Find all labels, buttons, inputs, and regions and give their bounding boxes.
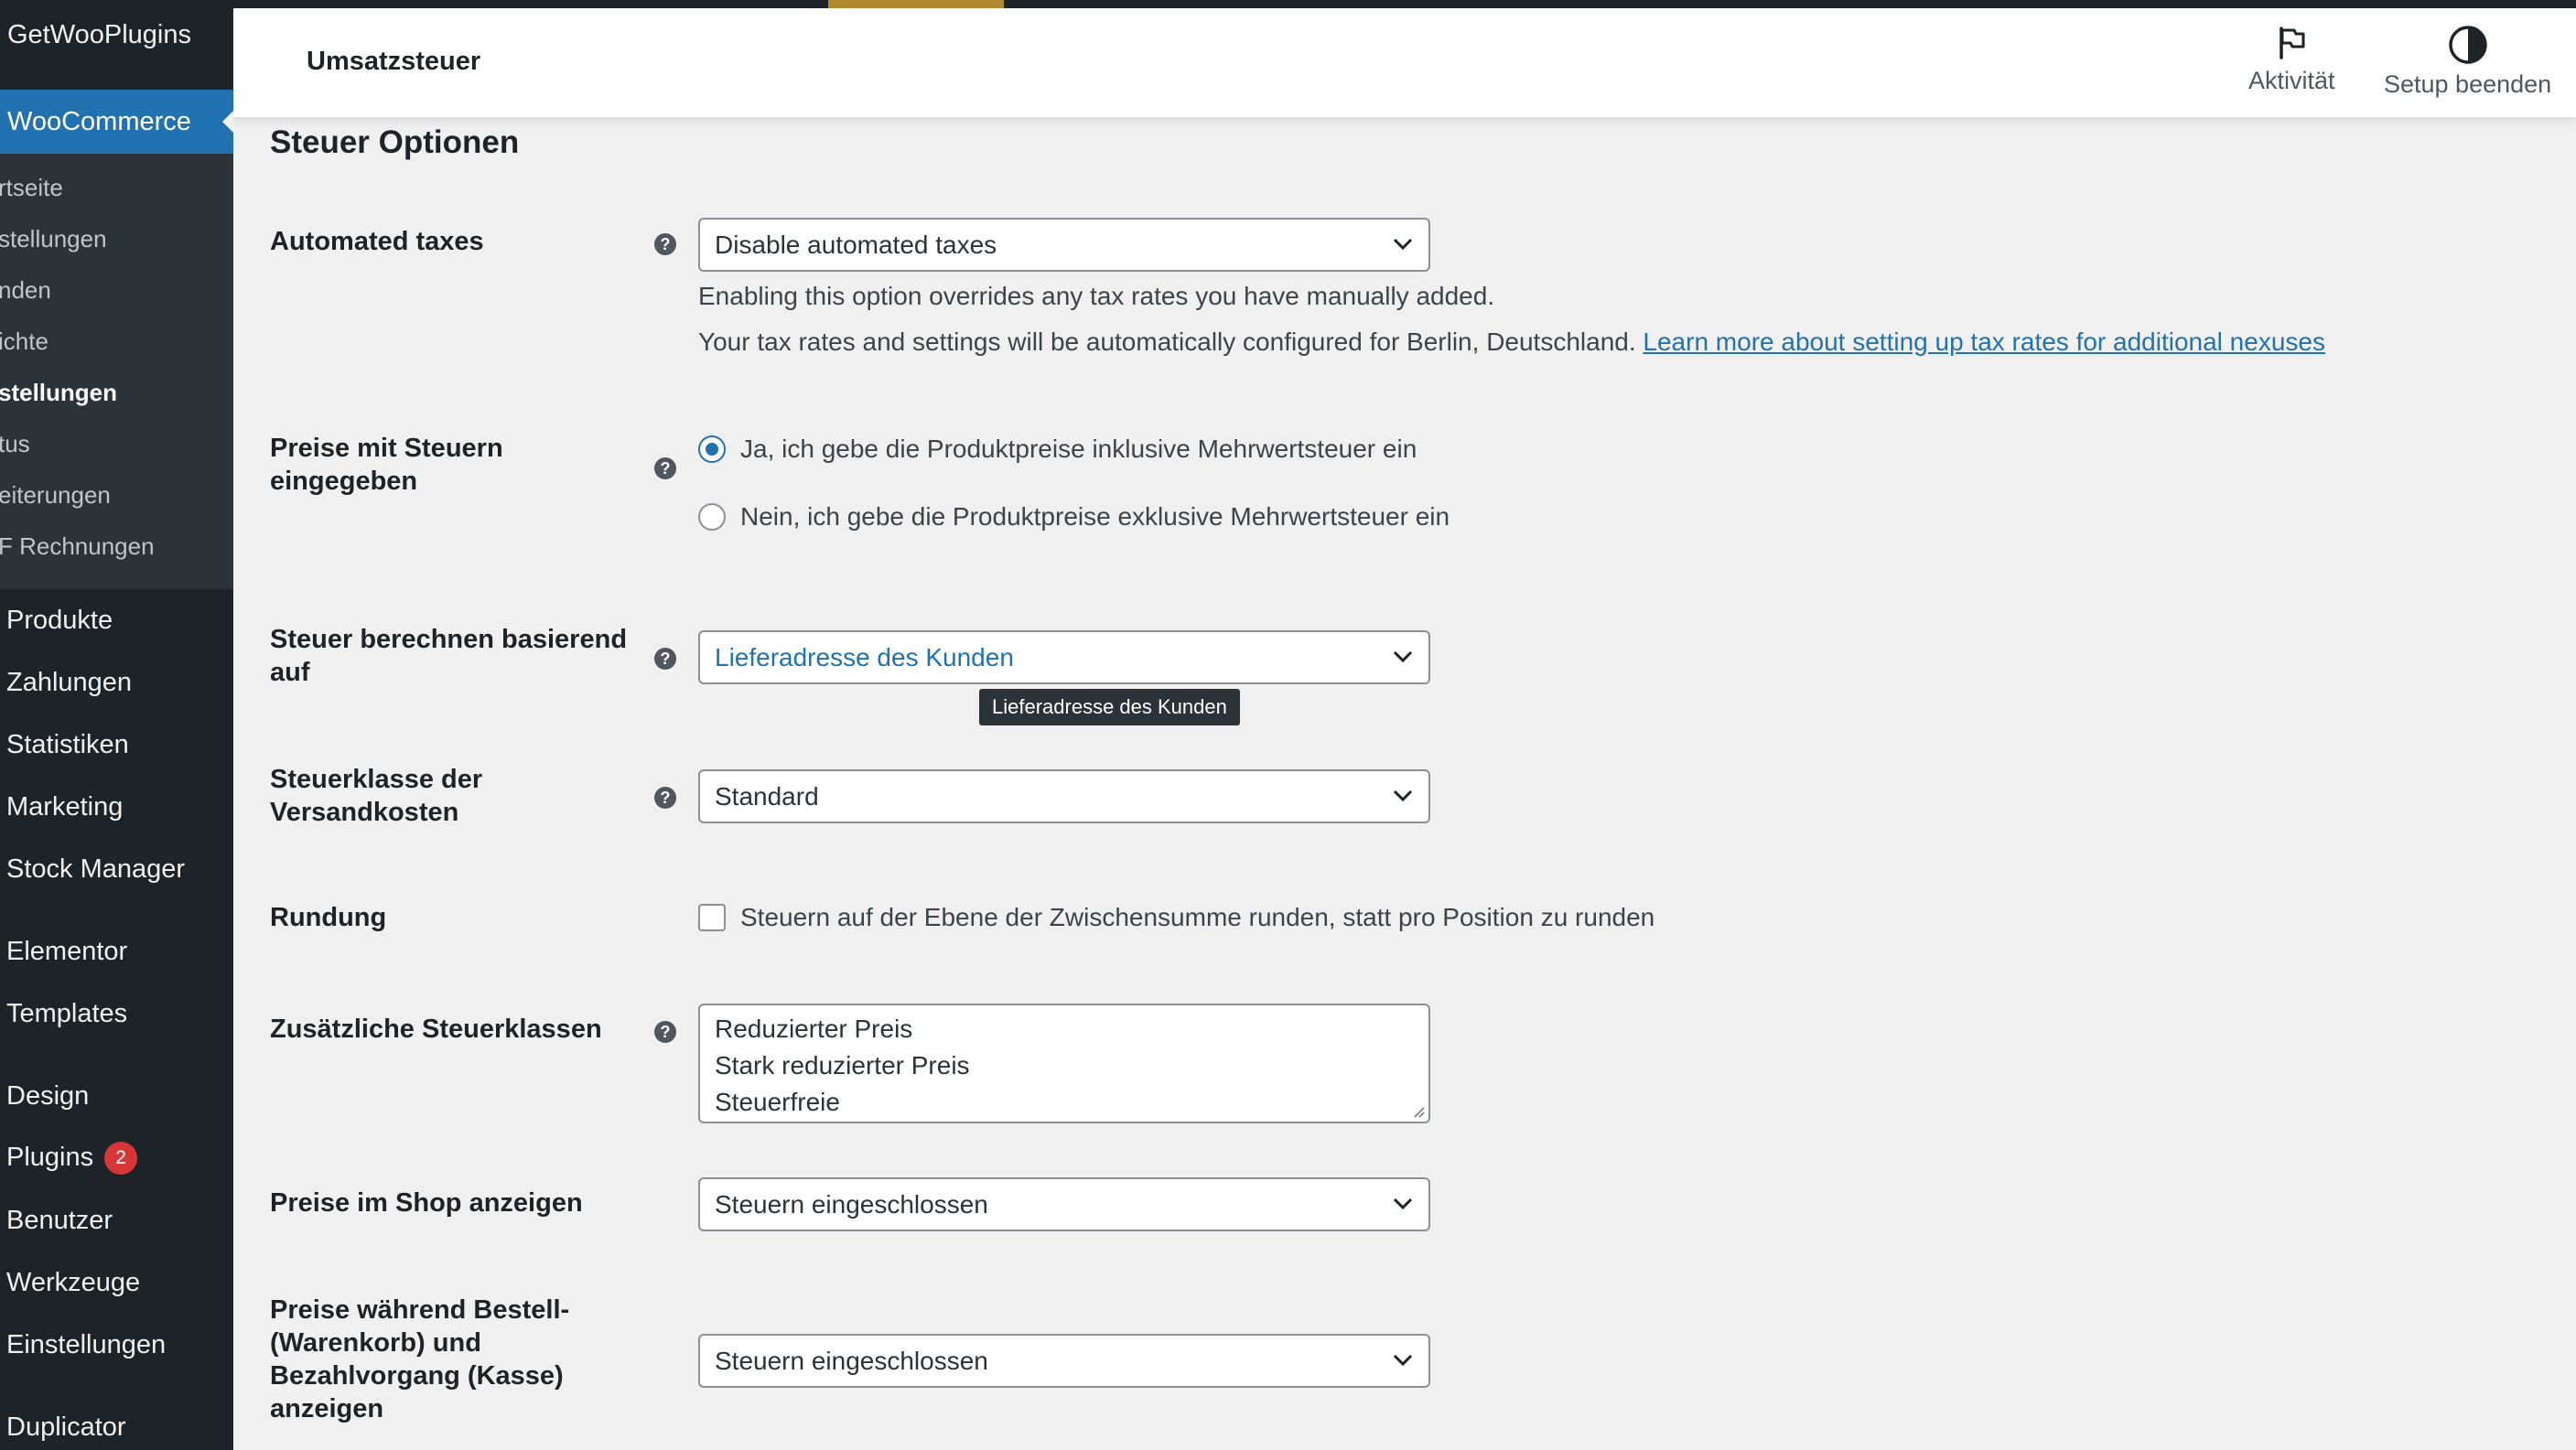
help-icon[interactable]: ?: [654, 787, 676, 809]
chevron-down-icon: [1393, 650, 1413, 663]
sidebar-item-marketing[interactable]: Marketing: [6, 792, 123, 822]
plugins-update-badge: 2: [104, 1142, 138, 1175]
sidebar-item-produkte[interactable]: Produkte: [6, 606, 113, 636]
radio-unselected[interactable]: [698, 503, 726, 531]
shipping-tax-class-label: Steuerklasse der Versandkosten: [270, 765, 483, 827]
chevron-down-icon: [1393, 1354, 1413, 1367]
admin-sidebar: GetWooPlugins WooCommerce rtseite stellu…: [0, 0, 233, 1450]
activity-button[interactable]: Aktivität: [2248, 25, 2335, 95]
half-circle-progress-icon: [2448, 26, 2487, 64]
section-title: Steuer Optionen: [270, 124, 520, 160]
select-tooltip: Lieferadresse des Kunden: [979, 689, 1240, 725]
automated-taxes-label: Automated taxes: [270, 227, 484, 256]
radio-label: Ja, ich gebe die Produktpreise inklusive…: [740, 435, 1417, 463]
sidebar-brand[interactable]: GetWooPlugins: [7, 20, 191, 50]
select-value: Disable automated taxes: [715, 231, 997, 259]
additional-tax-classes-textarea[interactable]: Reduzierter Preis Stark reduzierter Prei…: [698, 1004, 1430, 1123]
help-icon[interactable]: ?: [654, 648, 676, 670]
automated-taxes-config-note: Your tax rates and settings will be auto…: [698, 328, 2325, 357]
learn-more-nexuses-link[interactable]: Learn more about setting up tax rates fo…: [1643, 328, 2325, 356]
submenu-item-kunden[interactable]: nden: [0, 276, 51, 305]
rounding-label: Rundung: [270, 903, 387, 932]
sidebar-item-elementor[interactable]: Elementor: [6, 937, 127, 967]
textarea-line: Stark reduzierter Preis: [715, 1051, 970, 1079]
help-icon[interactable]: ?: [654, 233, 676, 255]
textarea-line: Reduzierter Preis: [715, 1015, 913, 1043]
checkbox-label: Steuern auf der Ebene der Zwischensumme …: [740, 903, 1655, 931]
prices-exclusive-option[interactable]: Nein, ich gebe die Produktpreise exklusi…: [698, 500, 1450, 533]
sidebar-item-woocommerce[interactable]: WooCommerce: [0, 90, 233, 154]
submenu-item-einstellungen[interactable]: stellungen: [0, 379, 117, 407]
sidebar-item-duplicator[interactable]: Duplicator: [6, 1412, 126, 1443]
textarea-line: Steuerfreie: [715, 1088, 840, 1116]
sidebar-item-einstellungen[interactable]: Einstellungen: [6, 1330, 166, 1360]
automated-taxes-description: Enabling this option overrides any tax r…: [698, 282, 1495, 310]
chevron-down-icon: [1393, 238, 1413, 251]
submenu-item-bestellungen[interactable]: stellungen: [0, 225, 107, 253]
config-note-text: Your tax rates and settings will be auto…: [698, 328, 1636, 356]
display-prices-in-shop-label: Preise im Shop anzeigen: [270, 1188, 583, 1218]
submenu-item-berichte[interactable]: ichte: [0, 328, 49, 356]
display-prices-in-shop-select[interactable]: Steuern eingeschlossen: [698, 1177, 1430, 1231]
sidebar-item-statistiken[interactable]: Statistiken: [6, 730, 129, 760]
additional-tax-classes-label: Zusätzliche Steuerklassen: [270, 1015, 602, 1044]
active-menu-notch: [222, 111, 233, 133]
rounding-checkbox[interactable]: [698, 904, 726, 931]
chevron-down-icon: [1393, 789, 1413, 802]
sidebar-item-templates[interactable]: Templates: [6, 999, 127, 1029]
sidebar-item-label: WooCommerce: [7, 107, 191, 136]
sidebar-item-label: Plugins: [6, 1143, 94, 1172]
radio-label: Nein, ich gebe die Produktpreise exklusi…: [740, 502, 1450, 531]
automated-taxes-select[interactable]: Disable automated taxes: [698, 218, 1430, 272]
help-icon[interactable]: ?: [654, 457, 676, 479]
select-value: Steuern eingeschlossen: [715, 1347, 988, 1375]
help-icon[interactable]: ?: [654, 1021, 676, 1043]
active-tab-indicator: [828, 0, 1004, 8]
woocommerce-submenu: rtseite stellungen nden ichte stellungen…: [0, 154, 233, 589]
select-value: Lieferadresse des Kunden: [715, 643, 1014, 671]
submenu-item-status[interactable]: tus: [0, 430, 30, 458]
finish-setup-button[interactable]: Setup beenden: [2384, 25, 2551, 99]
page-title: Umsatzsteuer: [307, 47, 481, 76]
resize-handle-icon[interactable]: [1411, 1104, 1426, 1119]
calculate-tax-based-on-label: Steuer berechnen basierend auf: [270, 625, 628, 687]
finish-setup-label: Setup beenden: [2384, 70, 2552, 98]
display-prices-cart-checkout-select[interactable]: Steuern eingeschlossen: [698, 1334, 1430, 1388]
sidebar-item-stock-manager[interactable]: Stock Manager: [6, 854, 185, 885]
sidebar-item-werkzeuge[interactable]: Werkzeuge: [6, 1268, 140, 1298]
select-value: Standard: [715, 782, 819, 811]
sidebar-item-zahlungen[interactable]: Zahlungen: [6, 668, 132, 698]
sidebar-item-plugins[interactable]: Plugins 2: [6, 1142, 138, 1175]
submenu-item-erweiterungen[interactable]: eiterungen: [0, 481, 111, 510]
admin-top-strip: [0, 0, 2576, 8]
flag-icon: [2280, 27, 2305, 59]
calculate-tax-based-on-select[interactable]: Lieferadresse des Kunden: [698, 630, 1430, 684]
chevron-down-icon: [1393, 1198, 1413, 1210]
submenu-item-pdf-rechnungen[interactable]: F Rechnungen: [0, 532, 155, 561]
sidebar-item-design[interactable]: Design: [6, 1081, 89, 1112]
display-prices-cart-checkout-label: Preise während Bestell- (Warenkorb) und …: [270, 1295, 570, 1423]
rounding-option[interactable]: Steuern auf der Ebene der Zwischensumme …: [698, 901, 1654, 934]
prices-entered-with-tax-label: Preise mit Steuern eingegeben: [270, 434, 503, 496]
shipping-tax-class-select[interactable]: Standard: [698, 769, 1430, 823]
sidebar-item-benutzer[interactable]: Benutzer: [6, 1206, 113, 1236]
activity-label: Aktivität: [2248, 67, 2335, 94]
select-value: Steuern eingeschlossen: [715, 1190, 988, 1219]
submenu-item-startseite[interactable]: rtseite: [0, 174, 63, 202]
woocommerce-header: Umsatzsteuer Aktivität Setup beenden: [233, 8, 2576, 117]
radio-selected[interactable]: [698, 435, 726, 463]
prices-inclusive-option[interactable]: Ja, ich gebe die Produktpreise inklusive…: [698, 433, 1417, 466]
